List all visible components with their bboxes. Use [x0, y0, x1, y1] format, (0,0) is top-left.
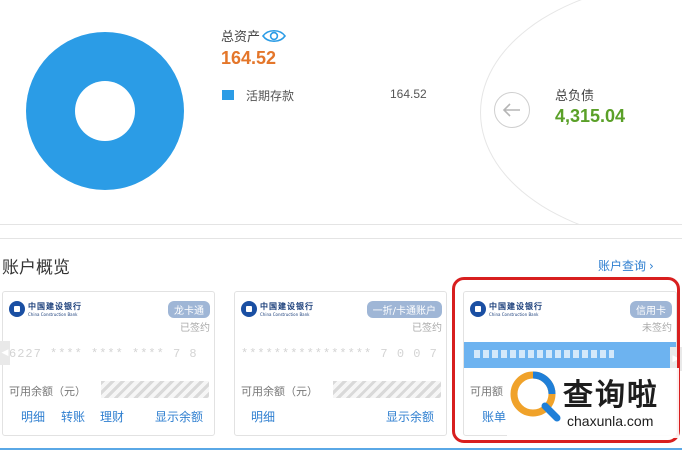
- bank-name-en: China Construction Bank: [260, 312, 310, 317]
- eye-icon[interactable]: [262, 28, 286, 44]
- masked-card-number: [464, 342, 676, 368]
- card-type-badge: 信用卡: [630, 301, 672, 318]
- legend-swatch: [222, 90, 234, 100]
- bank-name-en: China Construction Bank: [28, 312, 78, 317]
- bank-name-cn: 中国建设银行: [260, 302, 314, 311]
- asset-summary-panel: 总资产 164.52 活期存款 164.52 总负债 4,315.04: [0, 0, 682, 225]
- available-balance-label: 可用余额（元）: [9, 385, 86, 398]
- masked-scribble: [474, 350, 614, 358]
- bank-name-en: China Construction Bank: [489, 312, 539, 317]
- account-query-link[interactable]: 账户查询 ›: [598, 257, 654, 274]
- watermark: 查询啦 chaxunla.com: [507, 368, 679, 440]
- watermark-domain: chaxunla.com: [567, 413, 654, 429]
- sign-status: 已签约: [412, 323, 442, 334]
- bank-logo: 中国建设银行 China Construction Bank: [241, 301, 314, 317]
- caret-right-icon: ▶: [672, 354, 680, 364]
- hidden-balance: [333, 381, 441, 398]
- masked-card-number: 6227 **** **** **** 7 8: [9, 347, 198, 361]
- ccb-logo-icon: [241, 301, 257, 317]
- available-credit-label: 可用额: [470, 385, 503, 398]
- total-assets-label: 总资产: [221, 30, 261, 45]
- card-actions: 明细 显示余额: [235, 407, 446, 425]
- bank-name-cn: 中国建设银行: [28, 302, 82, 311]
- sign-status: 未签约: [642, 323, 672, 334]
- bottom-accent-line: [0, 448, 682, 450]
- card-type-badge: 龙卡通: [168, 301, 210, 318]
- bank-name-cn: 中国建设银行: [489, 302, 543, 311]
- chevron-right-icon: ›: [649, 259, 654, 273]
- wealth-link[interactable]: 理财: [100, 408, 124, 425]
- account-card[interactable]: 中国建设银行 China Construction Bank 龙卡通 已签约 6…: [2, 291, 215, 436]
- account-card[interactable]: 中国建设银行 China Construction Bank 一折/卡通账户 已…: [234, 291, 447, 436]
- card-type-badge: 一折/卡通账户: [366, 301, 442, 318]
- card-actions: 明细 转账 理财 显示余额: [3, 407, 214, 425]
- masked-card-number: **************** 7 0 0 7: [241, 347, 438, 361]
- bank-logo: 中国建设银行 China Construction Bank: [9, 301, 82, 317]
- legend-label: 活期存款: [246, 89, 295, 103]
- total-assets-heading: 总资产: [221, 26, 286, 45]
- details-link[interactable]: 明细: [251, 408, 275, 425]
- bill-link[interactable]: 账单: [482, 408, 506, 425]
- donut-hole: [75, 81, 135, 141]
- show-balance-link[interactable]: 显示余额: [155, 408, 203, 425]
- total-liabilities-label: 总负债: [555, 89, 595, 104]
- arrow-left-icon: [502, 103, 520, 117]
- ccb-logo-icon: [9, 301, 25, 317]
- switch-back-button[interactable]: [494, 92, 530, 128]
- total-liabilities-value: 4,315.04: [555, 106, 626, 126]
- section-title: 账户概览: [2, 258, 70, 278]
- hidden-balance: [101, 381, 209, 398]
- watermark-text: 查询啦: [563, 378, 659, 413]
- transfer-link[interactable]: 转账: [61, 408, 85, 425]
- search-magnifier-icon: [510, 371, 561, 422]
- account-query-label: 账户查询: [598, 259, 647, 273]
- legend-value: 164.52: [390, 87, 427, 101]
- details-link[interactable]: 明细: [21, 408, 45, 425]
- asset-donut-chart: [26, 32, 184, 190]
- scroll-left-button[interactable]: ◀: [0, 341, 10, 365]
- ccb-logo-icon: [470, 301, 486, 317]
- total-assets-value: 164.52: [221, 48, 277, 68]
- caret-left-icon: ◀: [1, 348, 9, 358]
- show-balance-link[interactable]: 显示余额: [386, 408, 434, 425]
- available-balance-label: 可用余额（元）: [241, 385, 318, 398]
- bank-logo: 中国建设银行 China Construction Bank: [470, 301, 543, 317]
- sign-status: 已签约: [180, 323, 210, 334]
